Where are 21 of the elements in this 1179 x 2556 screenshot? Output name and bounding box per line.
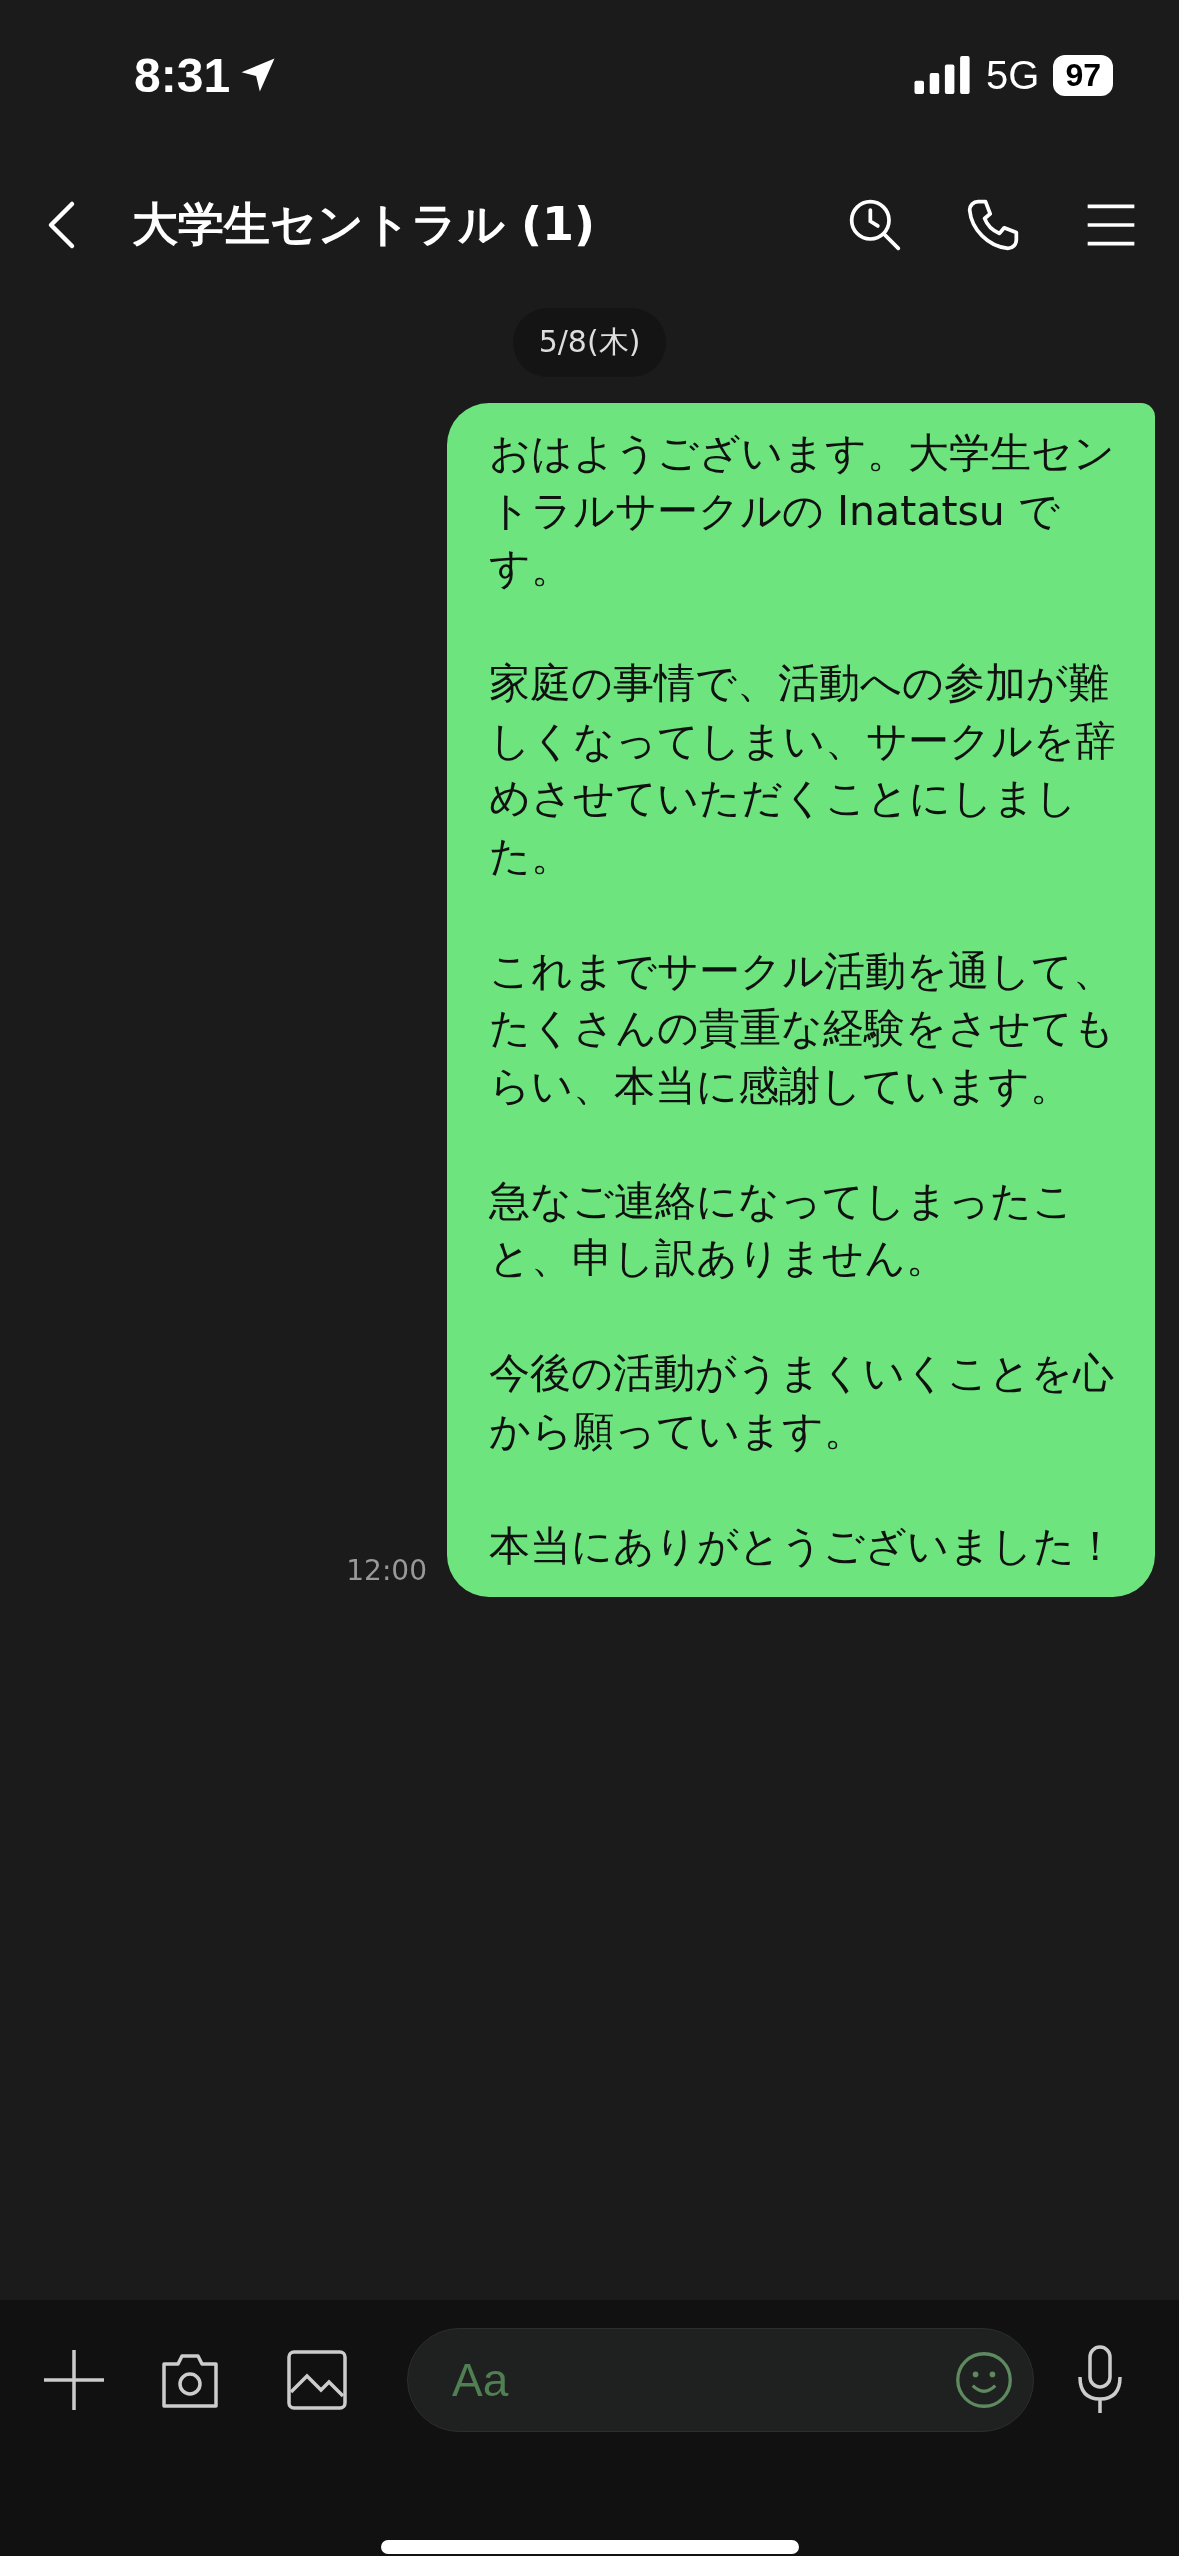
plus-icon[interactable] — [42, 2348, 106, 2412]
network-label: 5G — [986, 52, 1040, 98]
search-icon[interactable] — [847, 197, 903, 253]
emoji-icon[interactable] — [954, 2350, 1014, 2410]
back-icon[interactable] — [46, 199, 76, 251]
message-paragraph: 急なご連絡になってしまったこと、申し訳ありません。 — [489, 1175, 1075, 1284]
chat-title: 大学生セントラル (1) — [132, 196, 597, 253]
message-paragraph: おはようございます。大学生セントラルサークルの Inatatsu です。 — [489, 428, 1116, 594]
message-paragraph: 本当にありがとうございました！ — [489, 1520, 1117, 1572]
message-paragraph: 家庭の事情で、活動への参加が難しくなってしまい、サークルを辞めさせていただくことにしました。 — [489, 658, 1117, 882]
message-input[interactable]: Aa — [407, 2328, 1034, 2432]
battery-indicator: 97 — [1053, 54, 1113, 96]
image-icon[interactable] — [285, 2348, 349, 2412]
status-time: 8:31 — [134, 47, 231, 103]
message-paragraph: 今後の活動がうまくいくことを心から願っています。 — [489, 1348, 1115, 1457]
message-time: 12:00 — [346, 1554, 427, 1589]
microphone-icon[interactable] — [1075, 2345, 1125, 2415]
message-paragraph: これまでサークル活動を通して、たくさんの貴重な経験をさせてもらい、本当に感謝しています。 — [489, 945, 1116, 1112]
signal-icon — [914, 56, 973, 94]
phone-icon[interactable] — [965, 197, 1021, 253]
date-chip: 5/8(木) — [512, 308, 667, 377]
